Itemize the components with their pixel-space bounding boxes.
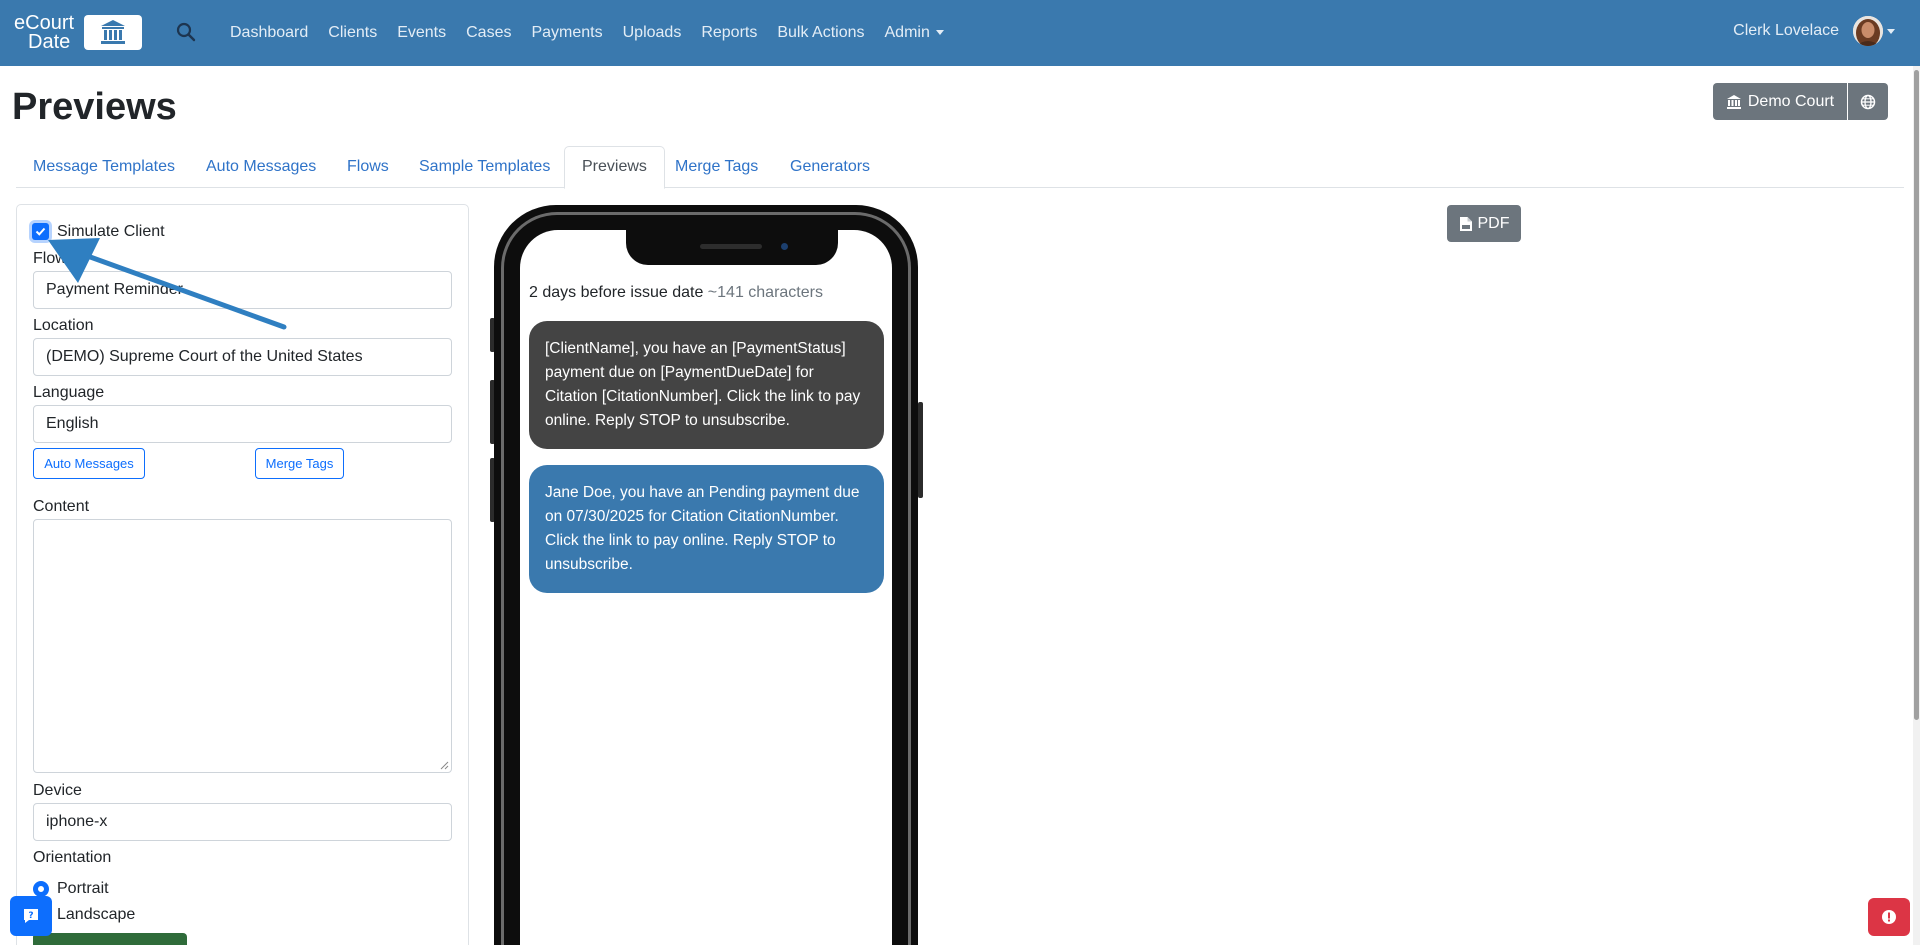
nav-clients[interactable]: Clients: [328, 24, 377, 42]
courthouse-logo-icon: [84, 15, 142, 50]
nav-admin-dropdown[interactable]: Admin: [885, 24, 944, 42]
pdf-button[interactable]: PDF: [1447, 205, 1521, 242]
scrollbar-thumb[interactable]: [1914, 70, 1919, 720]
user-menu[interactable]: Clerk Lovelace: [1733, 16, 1895, 46]
alert-icon: [1882, 910, 1896, 924]
chevron-down-icon: [935, 30, 944, 36]
speaker-icon: [700, 244, 762, 249]
location-select[interactable]: (DEMO) Supreme Court of the United State…: [33, 338, 452, 376]
simulate-client-label[interactable]: Simulate Client: [57, 223, 165, 241]
court-selector-button[interactable]: Demo Court: [1713, 83, 1847, 120]
nav-events[interactable]: Events: [397, 24, 446, 42]
portrait-label[interactable]: Portrait: [57, 880, 109, 898]
alert-button[interactable]: [1868, 898, 1910, 936]
checkmark-icon: [35, 227, 46, 236]
nav-reports[interactable]: Reports: [701, 24, 757, 42]
resize-grip-icon[interactable]: [440, 761, 449, 770]
search-icon[interactable]: [176, 22, 196, 42]
nav-admin-label: Admin: [884, 24, 930, 41]
chevron-down-icon: [1887, 28, 1895, 34]
pdf-file-icon: [1459, 216, 1472, 231]
schedule-text: 2 days before issue date: [529, 284, 704, 301]
tab-flows[interactable]: Flows: [330, 146, 406, 188]
tab-previews[interactable]: Previews: [564, 146, 665, 189]
content-textarea[interactable]: [33, 519, 452, 773]
template-message-bubble: [ClientName], you have an [PaymentStatus…: [529, 321, 884, 449]
nav-payments[interactable]: Payments: [531, 24, 602, 42]
message-schedule-header: 2 days before issue date ~141 characters: [529, 284, 823, 302]
nav-cases[interactable]: Cases: [466, 24, 511, 42]
globe-icon: [1860, 94, 1876, 109]
tab-message-templates[interactable]: Message Templates: [16, 146, 192, 188]
chat-help-button[interactable]: ?: [10, 896, 52, 936]
brand-logo[interactable]: eCourt Date: [14, 13, 142, 53]
nav-uploads[interactable]: Uploads: [623, 24, 682, 42]
nav-dashboard[interactable]: Dashboard: [230, 24, 308, 42]
flow-select[interactable]: Payment Reminder: [33, 271, 452, 309]
device-label: Device: [33, 782, 82, 799]
content-label: Content: [33, 498, 90, 515]
orientation-label: Orientation: [33, 849, 112, 866]
language-label: Language: [33, 384, 105, 401]
portrait-radio[interactable]: [33, 881, 49, 897]
language-globe-button[interactable]: [1848, 83, 1888, 120]
tab-merge-tags[interactable]: Merge Tags: [658, 146, 775, 188]
language-select[interactable]: English: [33, 405, 452, 443]
tab-sample-templates[interactable]: Sample Templates: [402, 146, 567, 188]
location-label: Location: [33, 317, 94, 334]
phone-side-button: [918, 402, 923, 498]
brand-text: eCourt Date: [14, 13, 74, 53]
svg-text:?: ?: [28, 911, 33, 921]
page-title: Previews: [12, 86, 177, 128]
merge-tags-button[interactable]: Merge Tags: [255, 448, 344, 479]
character-count: ~141 characters: [707, 284, 823, 301]
chat-help-icon: ?: [24, 909, 38, 923]
template-tabs: Message Templates Auto Messages Flows Sa…: [16, 146, 1904, 189]
court-button-label: Demo Court: [1747, 92, 1835, 110]
court-icon: [1726, 94, 1741, 109]
user-name: Clerk Lovelace: [1733, 22, 1839, 39]
main-nav: Dashboard Clients Events Cases Payments …: [230, 0, 964, 66]
camera-icon: [781, 243, 788, 250]
rendered-message-bubble: Jane Doe, you have an Pending payment du…: [529, 465, 884, 593]
nav-bulk-actions[interactable]: Bulk Actions: [777, 24, 864, 42]
landscape-label[interactable]: Landscape: [57, 906, 135, 924]
tab-generators[interactable]: Generators: [773, 146, 887, 188]
phone-notch: [626, 230, 838, 265]
brand-line-2: Date: [28, 31, 71, 53]
submit-button[interactable]: [33, 933, 187, 945]
avatar: [1853, 16, 1883, 46]
simulate-client-checkbox[interactable]: [32, 223, 49, 240]
top-navbar: eCourt Date Dashboard Clients Events Cas…: [0, 0, 1920, 66]
tab-auto-messages[interactable]: Auto Messages: [189, 146, 333, 188]
flow-label: Flow: [33, 250, 67, 267]
device-select[interactable]: iphone-x: [33, 803, 452, 841]
auto-messages-button[interactable]: Auto Messages: [33, 448, 145, 479]
pdf-button-label: PDF: [1477, 214, 1510, 232]
